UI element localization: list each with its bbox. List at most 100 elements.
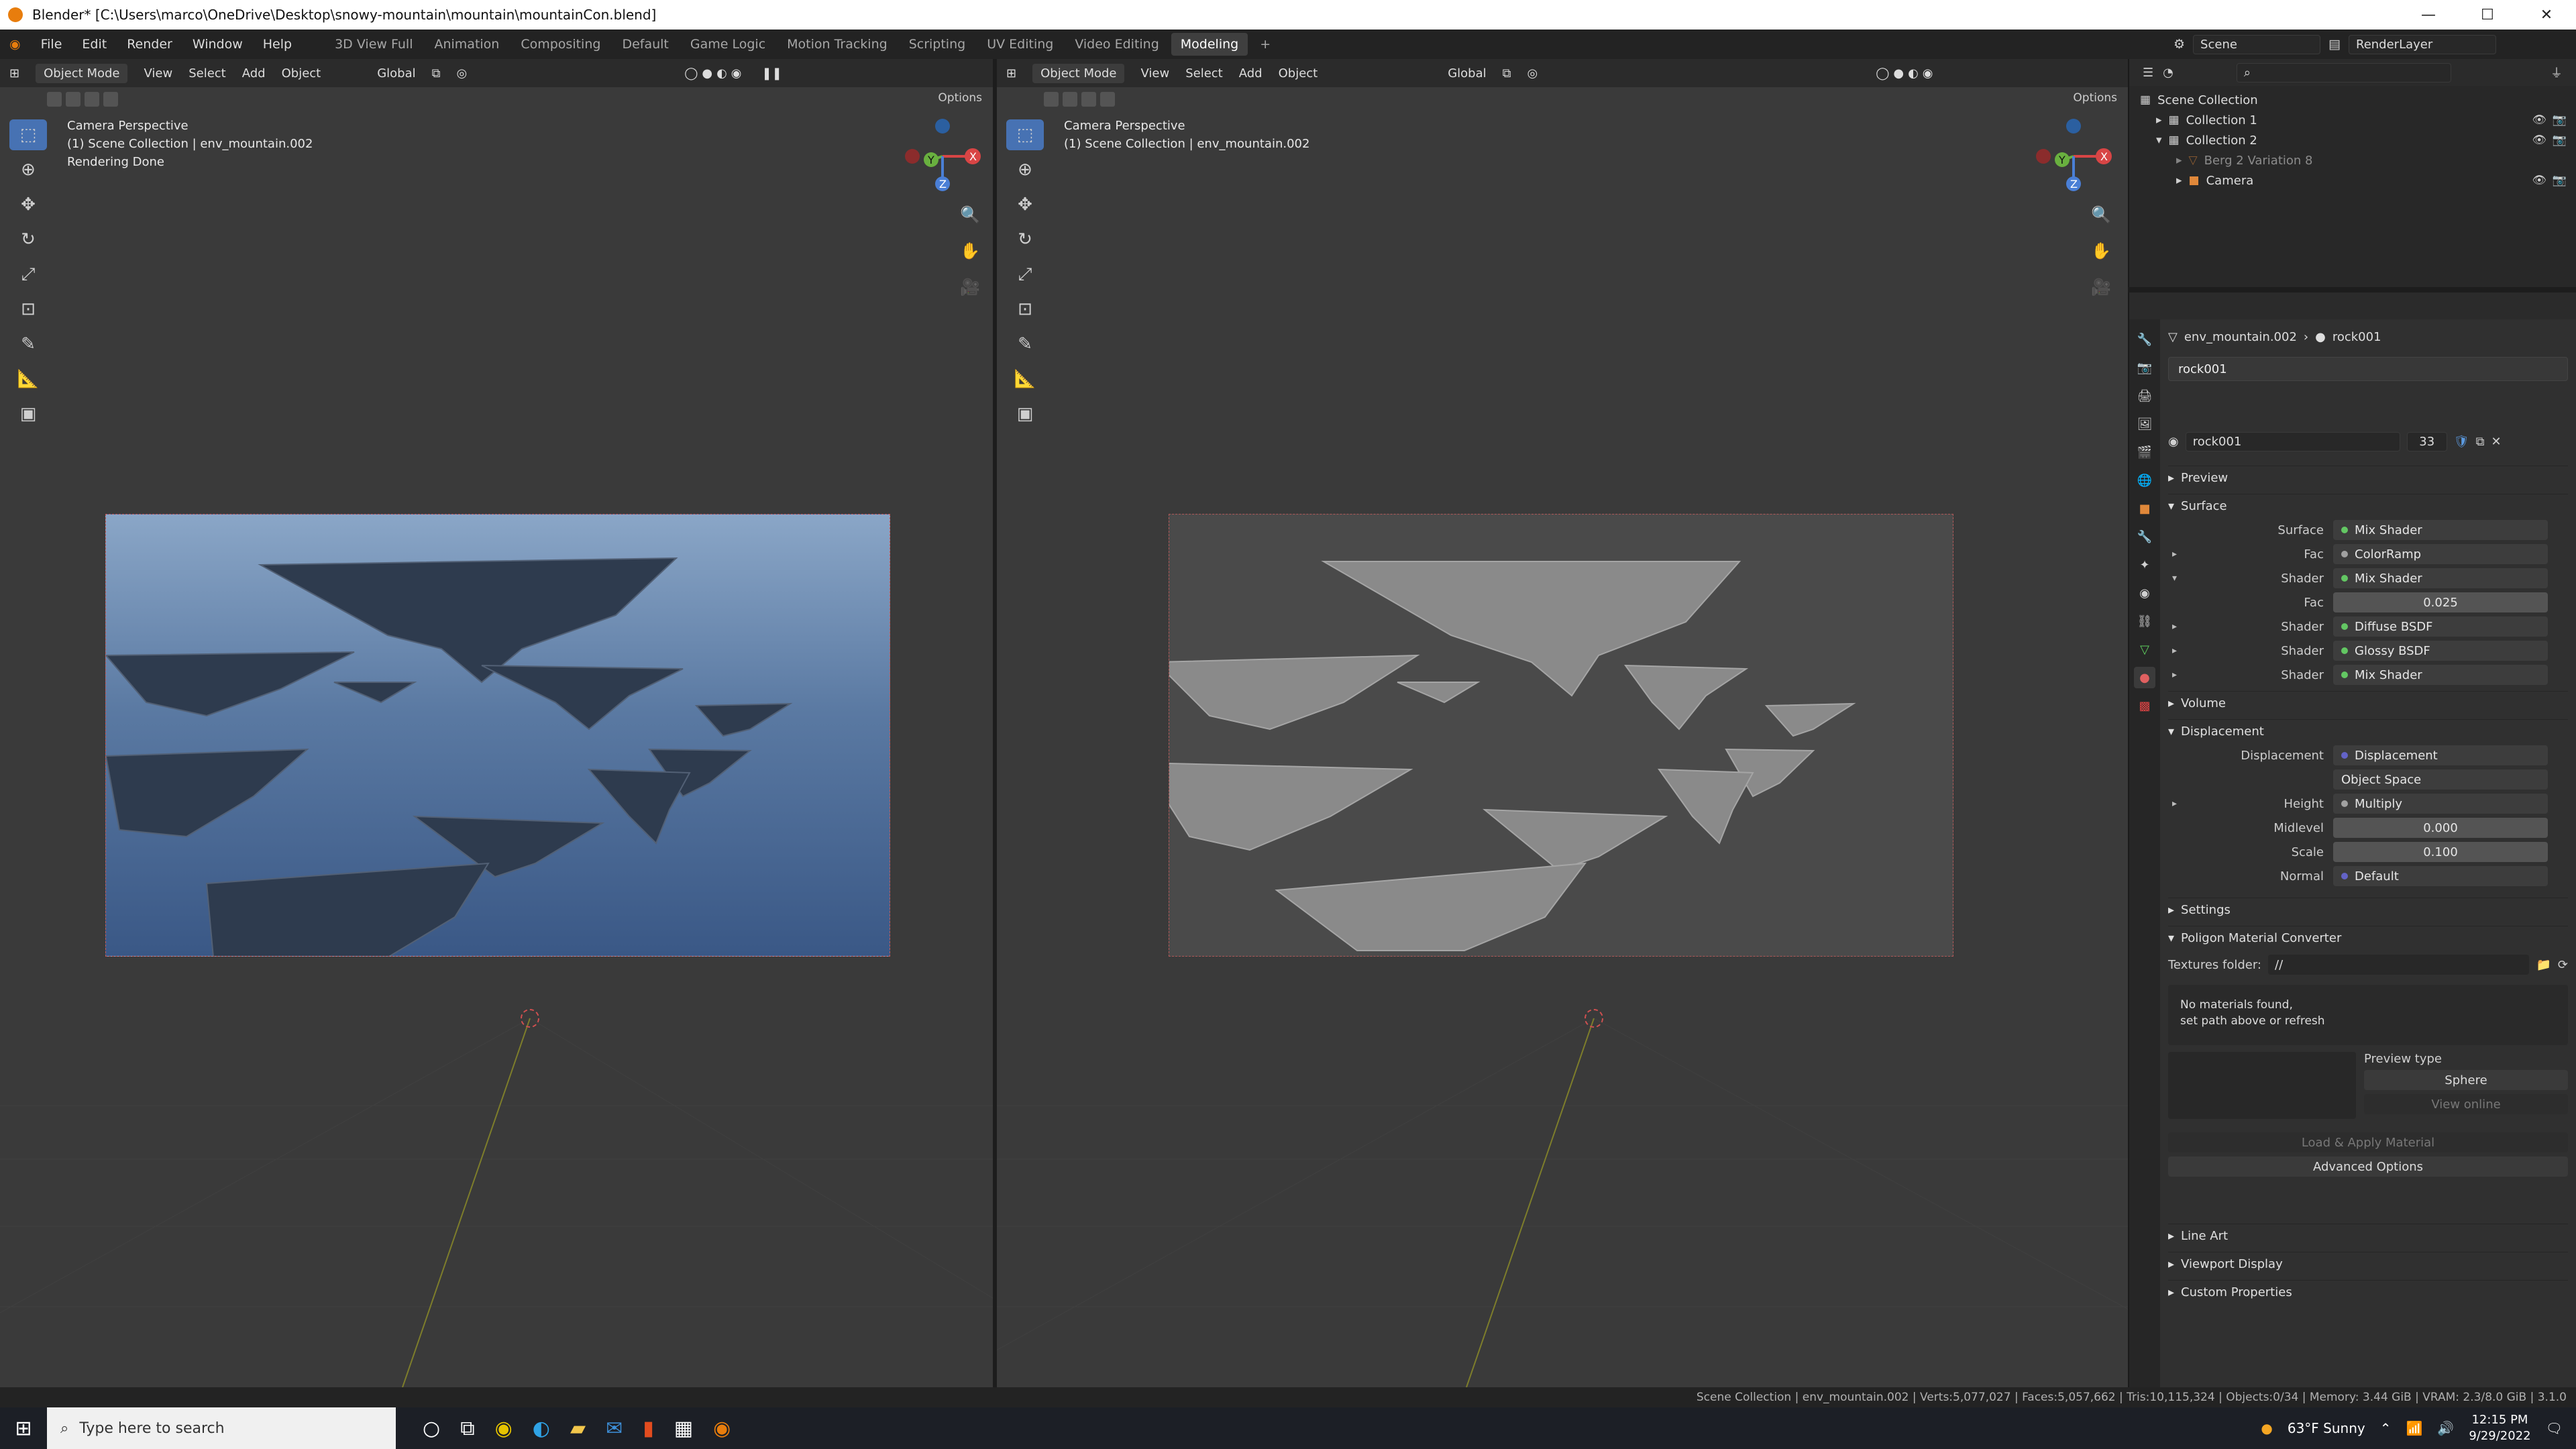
snap-icon-right[interactable]: ⧉ [1503,66,1511,80]
scene-name-field[interactable]: Scene [2193,34,2321,54]
zoom-icon-right[interactable]: 🔍 [2086,200,2116,229]
panel-displacement[interactable]: ▾ Displacement [2168,719,2568,743]
load-apply-material-button[interactable]: Load & Apply Material [2168,1132,2568,1152]
refresh-icon[interactable]: ⟳ [2558,958,2568,972]
select-tool-icon-right[interactable]: ⬚ [1006,119,1044,150]
tab-animation[interactable]: Animation [425,33,508,56]
panel-line-art[interactable]: ▸ Line Art [2168,1224,2568,1248]
task-view-icon[interactable]: ⧉ [460,1417,474,1440]
panel-surface[interactable]: ▾ Surface [2168,494,2568,518]
menu-select[interactable]: Select [189,66,226,80]
property-value[interactable]: Glossy BSDF [2333,641,2548,661]
navigation-gizmo-right[interactable]: X Y Z [2030,113,2117,200]
fake-user-icon[interactable]: 🛡 [2454,435,2469,449]
viewport-rendered[interactable]: ⊞ Object Mode View Select Add Object Glo… [0,59,993,1387]
scene-tab-icon[interactable]: 🎬 [2134,441,2155,463]
outliner-item[interactable]: ▸ ▽ Berg 2 Variation 8 [2129,150,2576,170]
eye-icon[interactable]: 👁 [2532,113,2546,127]
clock[interactable]: 12:15 PM 9/29/2022 [2469,1412,2530,1444]
panel-volume[interactable]: ▸ Volume [2168,691,2568,715]
select-extend-icon-right[interactable] [1063,92,1077,107]
filter-icon[interactable]: ⏚ [2551,64,2563,81]
panel-material-converter[interactable]: ▾ Poligon Material Converter [2168,926,2568,950]
blender-taskbar-icon[interactable]: ◉ [713,1417,731,1440]
view-online-button[interactable]: View online [2364,1094,2568,1114]
property-value[interactable]: Mix Shader [2333,520,2548,540]
outliner-scene-collection[interactable]: ▦ Scene Collection [2129,90,2576,110]
viewport-solid[interactable]: ⊞ Object Mode View Select Add Object Glo… [997,59,2128,1387]
navigation-gizmo[interactable]: X Y Z [899,113,986,200]
measure-tool-icon[interactable]: 📐 [9,364,47,394]
office-icon[interactable]: ▮ [643,1417,654,1440]
property-value[interactable]: 0.025 [2333,592,2548,612]
property-value[interactable]: Multiply [2333,794,2548,814]
render-camera-icon[interactable]: 📷 [2553,113,2567,127]
edge-icon[interactable]: ◐ [533,1417,550,1440]
tab-3d-view-full[interactable]: 3D View Full [325,33,422,56]
annotate-tool-icon[interactable]: ✎ [9,329,47,360]
taskbar-search[interactable]: ⌕ Type here to search [47,1407,396,1449]
property-value[interactable]: Mix Shader [2333,665,2548,685]
panel-custom-properties[interactable]: ▸ Custom Properties [2168,1280,2568,1304]
physics-tab-icon[interactable]: ◉ [2134,582,2155,604]
render-tab-icon[interactable]: 📷 [2134,357,2155,378]
select-invert-icon-right[interactable] [1100,92,1115,107]
transform-orientation-dropdown-right[interactable]: Global [1448,66,1486,80]
tab-scripting[interactable]: Scripting [900,33,975,56]
expand-arrow-icon[interactable]: ▸ [2172,798,2177,809]
file-explorer-icon[interactable]: ▰ [570,1417,586,1440]
tab-modeling[interactable]: Modeling [1171,33,1248,56]
expand-arrow-icon[interactable]: ▸ [2172,549,2177,559]
tray-chevron-icon[interactable]: ⌃ [2380,1420,2392,1436]
expand-arrow-icon[interactable]: ▸ [2172,621,2177,632]
collapse-arrow-icon[interactable]: ▾ [2156,133,2162,147]
object-mode-dropdown-right[interactable]: Object Mode [1032,63,1125,83]
property-value[interactable]: Diffuse BSDF [2333,616,2548,637]
menu-object-right[interactable]: Object [1279,66,1318,80]
zoom-icon[interactable]: 🔍 [955,200,985,229]
advanced-options-toggle[interactable]: Advanced Options [2168,1157,2568,1177]
select-box-icon-right[interactable] [1044,92,1059,107]
windows-start-icon[interactable]: ⊞ [0,1417,47,1440]
world-tab-icon[interactable]: 🌐 [2134,470,2155,491]
transform-tool-icon[interactable]: ⊡ [9,294,47,325]
scale-tool-icon-right[interactable]: ⤢ [1006,259,1044,290]
pan-hand-icon-right[interactable]: ✋ [2086,236,2116,266]
volume-icon[interactable]: 🔊 [2437,1420,2454,1436]
property-value[interactable]: Displacement [2333,745,2548,765]
menu-view-right[interactable]: View [1140,66,1169,80]
texture-tab-icon[interactable]: ▩ [2134,695,2155,716]
expand-arrow-icon[interactable]: ▸ [2156,113,2162,127]
editor-type-icon-right[interactable]: ⊞ [1006,66,1016,80]
select-tool-icon[interactable]: ⬚ [9,119,47,150]
transform-tool-icon-right[interactable]: ⊡ [1006,294,1044,325]
menu-add-right[interactable]: Add [1239,66,1263,80]
preview-type-dropdown[interactable]: Sphere [2364,1070,2568,1090]
tab-compositing[interactable]: Compositing [511,33,610,56]
material-users-count[interactable]: 33 [2406,431,2447,451]
cortana-icon[interactable]: ○ [423,1417,440,1440]
property-value[interactable]: 0.100 [2333,842,2548,862]
textures-folder-input[interactable]: // [2268,955,2530,975]
menu-file[interactable]: File [41,37,62,52]
pan-hand-icon[interactable]: ✋ [955,236,985,266]
renderlayer-field[interactable]: RenderLayer [2349,34,2496,54]
object-mode-dropdown[interactable]: Object Mode [36,63,128,83]
options-dropdown-right[interactable]: Options [2073,91,2117,105]
mail-icon[interactable]: ✉ [606,1417,623,1440]
menu-render[interactable]: Render [127,37,172,52]
particles-tab-icon[interactable]: ✦ [2134,554,2155,576]
move-tool-icon-right[interactable]: ✥ [1006,189,1044,220]
eye-icon[interactable]: 👁 [2532,133,2546,147]
tab-motion-tracking[interactable]: Motion Tracking [777,33,897,56]
property-value[interactable]: Mix Shader [2333,568,2548,588]
camera-view-icon-right[interactable]: 🎥 [2086,272,2116,302]
tool-tab-icon[interactable]: 🔧 [2134,329,2155,350]
material-browse-icon[interactable]: ◉ [2168,435,2179,449]
expand-arrow-icon[interactable]: ▸ [2176,154,2182,167]
store-icon[interactable]: ▦ [674,1417,693,1440]
menu-select-right[interactable]: Select [1185,66,1223,80]
select-subtract-icon[interactable] [85,92,99,107]
property-value[interactable]: Object Space [2333,769,2548,790]
menu-add[interactable]: Add [242,66,266,80]
